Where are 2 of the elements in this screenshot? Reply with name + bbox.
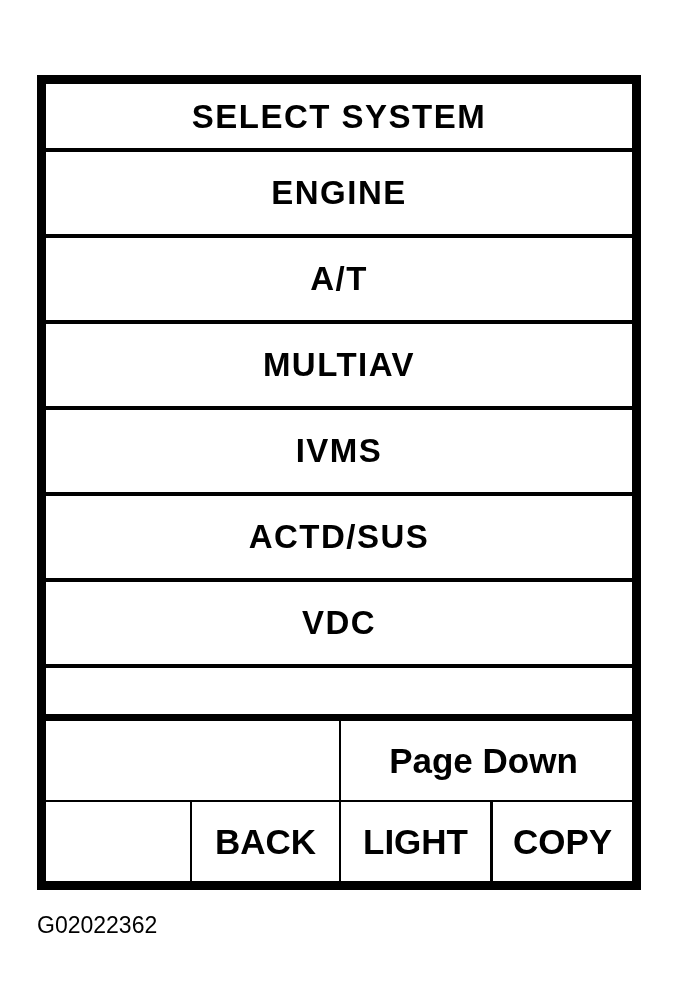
screen-title: SELECT SYSTEM — [191, 99, 487, 133]
figure-id: G02022362 — [37, 912, 158, 938]
